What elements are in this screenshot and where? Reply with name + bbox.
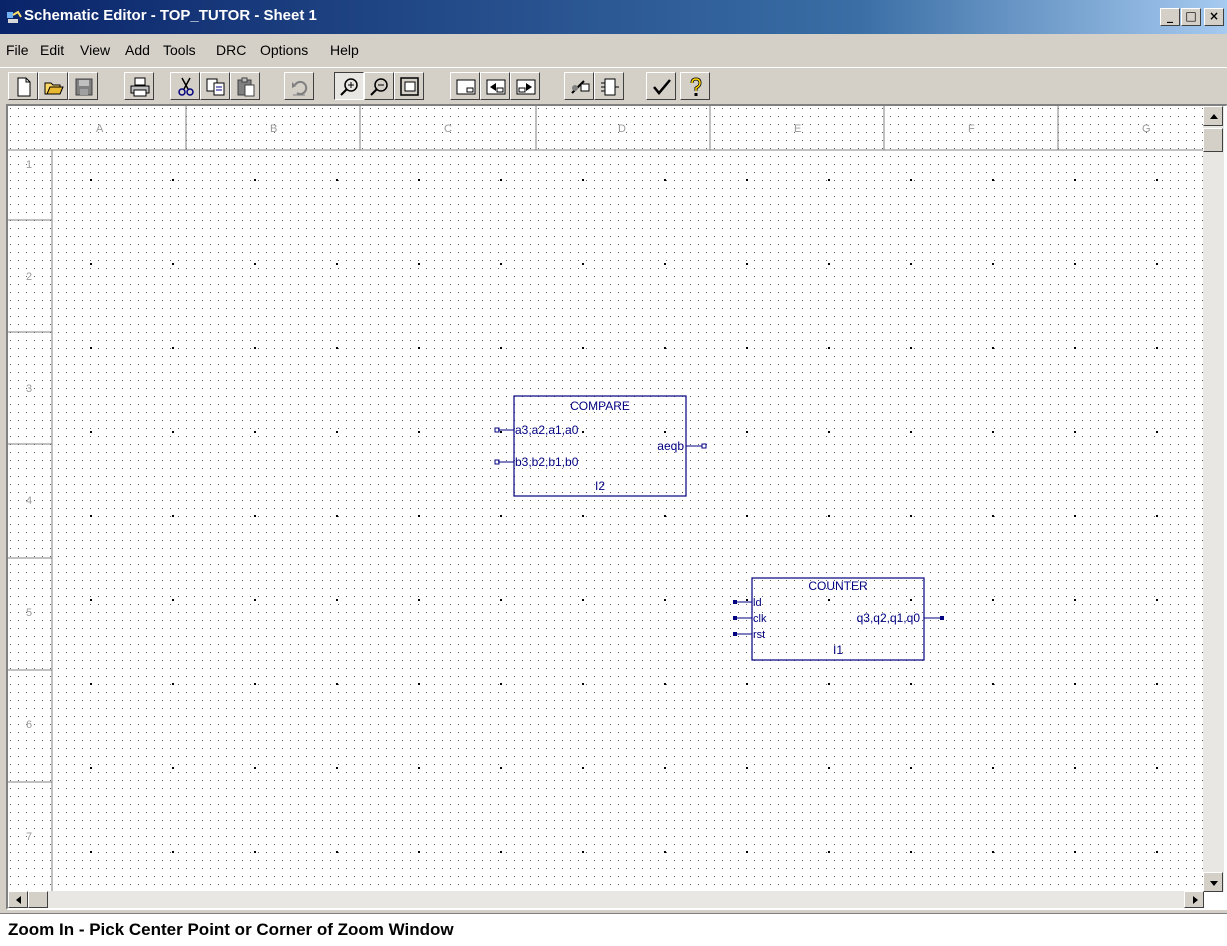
cut-button[interactable] <box>170 72 200 100</box>
column-label-b: B <box>270 123 277 135</box>
maximize-button[interactable]: □ <box>1181 8 1201 26</box>
save-icon <box>75 78 93 96</box>
row-label-6: 6 <box>26 719 32 731</box>
copy-icon <box>206 78 225 96</box>
menu-bar: File Edit View Add Tools DRC Options Hel… <box>0 36 1227 64</box>
window-title: Schematic Editor - TOP_TUTOR - Sheet 1 <box>24 7 317 24</box>
row-label-3: 3 <box>26 383 32 395</box>
status-bar: Zoom In - Pick Center Point or Corner of… <box>0 913 1227 946</box>
paste-icon <box>237 77 255 97</box>
pin-q-terminal[interactable] <box>940 616 944 620</box>
toolbar <box>0 67 1227 104</box>
menu-view[interactable]: View <box>80 42 110 58</box>
new-icon <box>17 77 31 97</box>
new-button[interactable] <box>8 72 38 100</box>
zoom-out-button[interactable] <box>364 72 394 100</box>
compare-pin-aeqb: aeqb <box>657 439 684 453</box>
hierarchy-icon <box>571 80 590 94</box>
zoom-out-icon <box>370 78 388 96</box>
app-icon <box>7 10 22 23</box>
minimize-button[interactable]: _ <box>1160 8 1180 26</box>
print-button[interactable] <box>124 72 154 100</box>
vertical-scroll-thumb[interactable] <box>1203 128 1223 152</box>
arrow-up-icon <box>1210 114 1218 119</box>
scroll-right-button[interactable] <box>1184 891 1204 908</box>
check-button[interactable] <box>646 72 676 100</box>
scroll-up-button[interactable] <box>1203 106 1223 126</box>
print-icon <box>130 77 150 97</box>
menu-file[interactable]: File <box>6 42 29 58</box>
hierarchy-button[interactable] <box>564 72 594 100</box>
symbol-icon <box>601 78 619 96</box>
help-button[interactable] <box>680 72 710 100</box>
row-label-5: 5 <box>26 607 32 619</box>
counter-pin-ld: ld <box>753 597 762 609</box>
column-label-d: D <box>618 123 626 135</box>
menu-tools[interactable]: Tools <box>163 42 196 58</box>
sheet-icon <box>456 79 476 95</box>
status-message: Zoom In - Pick Center Point or Corner of… <box>8 920 454 939</box>
menu-edit[interactable]: Edit <box>40 42 64 58</box>
symbol-button[interactable] <box>594 72 624 100</box>
pin-ld-terminal[interactable] <box>733 600 737 604</box>
close-button[interactable]: × <box>1204 8 1224 26</box>
undo-button[interactable] <box>284 72 314 100</box>
undo-icon <box>292 80 308 96</box>
row-label-4: 4 <box>26 495 32 507</box>
open-button[interactable] <box>38 72 68 100</box>
schematic-sheet[interactable]: A B C D E F G 1 2 3 4 5 6 7 COMPARE a3,a… <box>8 106 1204 892</box>
check-icon <box>653 79 671 95</box>
next-sheet-icon <box>516 79 536 95</box>
next-sheet-button[interactable] <box>510 72 540 100</box>
prev-sheet-button[interactable] <box>480 72 510 100</box>
column-label-f: F <box>968 123 975 135</box>
pin-rst-terminal[interactable] <box>733 632 737 636</box>
counter-pin-clk: clk <box>753 613 767 625</box>
row-label-1: 1 <box>26 159 32 171</box>
row-label-7: 7 <box>26 831 32 843</box>
zoom-in-button[interactable] <box>334 72 364 100</box>
counter-pin-q: q3,q2,q1,q0 <box>857 611 921 625</box>
menu-drc[interactable]: DRC <box>216 42 246 58</box>
column-label-a: A <box>96 123 104 135</box>
arrow-right-icon <box>1193 896 1198 904</box>
title-bar[interactable]: Schematic Editor - TOP_TUTOR - Sheet 1 _… <box>0 0 1227 34</box>
column-label-e: E <box>794 123 801 135</box>
horizontal-scrollbar[interactable] <box>8 891 1204 908</box>
menu-options[interactable]: Options <box>260 42 308 58</box>
counter-instance: I1 <box>833 643 843 657</box>
help-icon <box>690 77 702 96</box>
compare-name: COMPARE <box>570 399 630 413</box>
sheet-button[interactable] <box>450 72 480 100</box>
paste-button[interactable] <box>230 72 260 100</box>
copy-button[interactable] <box>200 72 230 100</box>
arrow-left-icon <box>16 896 21 904</box>
schematic-canvas[interactable]: A B C D E F G 1 2 3 4 5 6 7 COMPARE a3,a… <box>6 104 1227 910</box>
zoom-fit-button[interactable] <box>394 72 424 100</box>
counter-name: COUNTER <box>808 579 868 593</box>
counter-pin-rst: rst <box>753 629 765 641</box>
save-button[interactable] <box>68 72 98 100</box>
scroll-down-button[interactable] <box>1203 872 1223 892</box>
compare-pin-a: a3,a2,a1,a0 <box>515 423 579 437</box>
open-icon <box>44 82 64 95</box>
compare-instance: I2 <box>595 479 605 493</box>
row-label-2: 2 <box>26 271 32 283</box>
cut-icon <box>178 77 194 96</box>
horizontal-scroll-thumb[interactable] <box>28 891 48 908</box>
zoom-fit-icon <box>400 77 419 96</box>
menu-add[interactable]: Add <box>125 42 150 58</box>
column-label-g: G <box>1142 123 1151 135</box>
vertical-scrollbar[interactable] <box>1203 106 1224 892</box>
zoom-in-icon <box>340 78 358 96</box>
prev-sheet-icon <box>486 79 506 95</box>
compare-pin-b: b3,b2,b1,b0 <box>515 455 579 469</box>
pin-clk-terminal[interactable] <box>733 616 737 620</box>
scroll-left-button[interactable] <box>8 891 28 908</box>
menu-help[interactable]: Help <box>330 42 359 58</box>
arrow-down-icon <box>1210 881 1218 886</box>
column-label-c: C <box>444 123 452 135</box>
